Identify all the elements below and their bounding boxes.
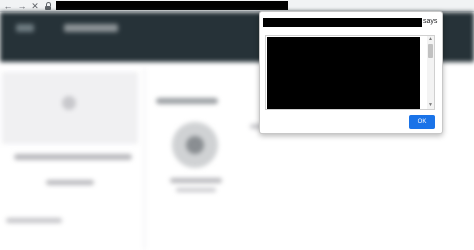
dialog-message-box[interactable]: ▲ ▼ <box>265 35 435 110</box>
dialog-message-redacted <box>267 37 420 109</box>
avatar <box>62 96 76 110</box>
dialog-origin-redacted <box>263 18 422 27</box>
ok-button[interactable]: OK <box>409 115 435 129</box>
stop-loading-icon[interactable]: ✕ <box>29 0 41 12</box>
profile-subtitle-placeholder <box>46 180 94 185</box>
main-caption-secondary-placeholder <box>176 188 216 192</box>
page-logo <box>64 24 118 32</box>
menu-icon <box>16 24 34 32</box>
dialog-scrollbar[interactable]: ▲ ▼ <box>427 36 434 109</box>
scroll-thumb[interactable] <box>428 44 433 58</box>
lock-icon[interactable] <box>44 2 52 10</box>
forward-arrow-icon[interactable]: → <box>16 0 28 12</box>
profile-name-placeholder <box>14 154 132 160</box>
address-bar-redacted[interactable] <box>56 1 288 10</box>
back-arrow-icon[interactable]: ← <box>2 0 14 12</box>
alert-dialog: says ▲ ▼ OK <box>259 11 443 134</box>
scroll-up-arrow-icon[interactable]: ▲ <box>428 37 433 42</box>
user-photo-placeholder <box>172 122 218 168</box>
profile-card <box>2 72 138 144</box>
scroll-down-arrow-icon[interactable]: ▼ <box>428 103 433 108</box>
main-caption-placeholder <box>170 178 222 183</box>
sidebar-section-placeholder <box>6 218 62 223</box>
dialog-says-label: says <box>423 18 438 25</box>
main-heading-placeholder <box>156 98 218 104</box>
column-divider <box>144 68 145 250</box>
